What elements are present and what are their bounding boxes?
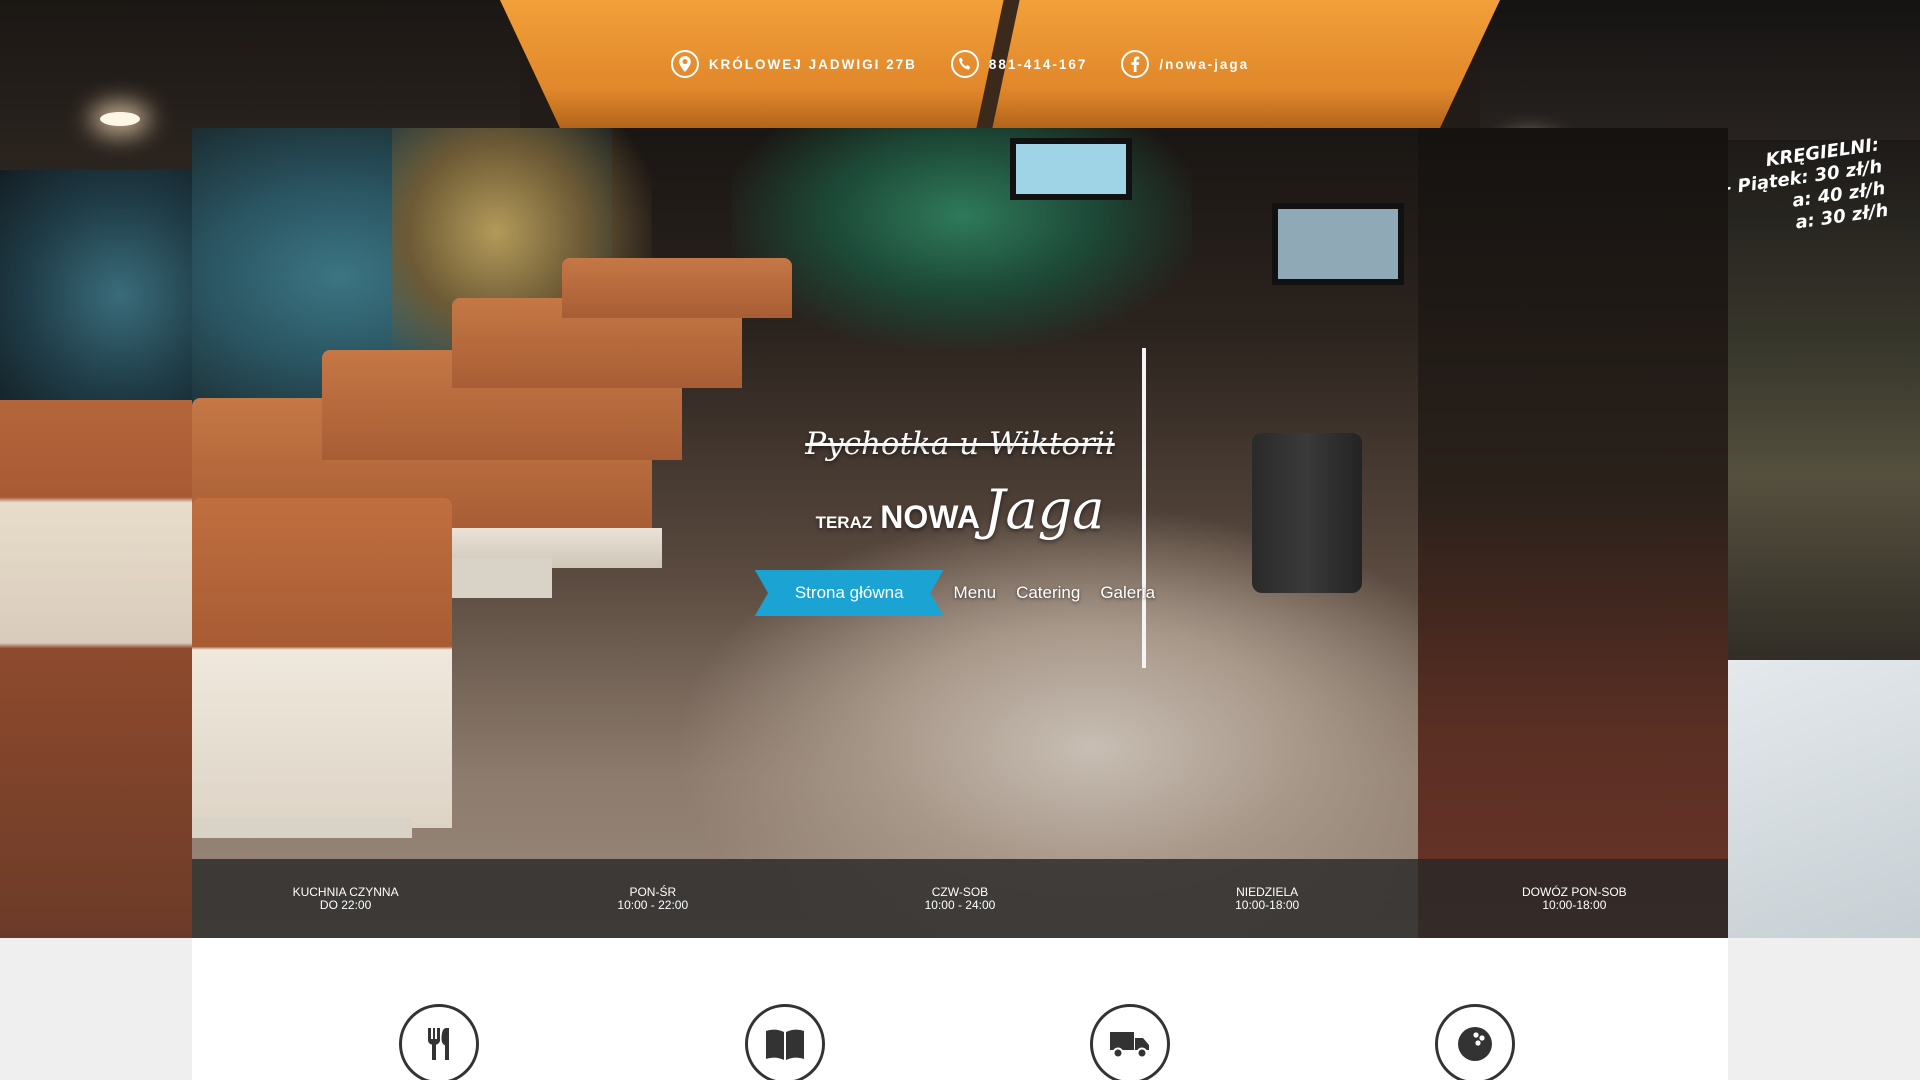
phone-icon — [950, 50, 979, 78]
fork-knife-icon[interactable] — [399, 1004, 479, 1080]
hours-title: KUCHNIA CZYNNA — [292, 884, 399, 899]
table — [192, 818, 412, 838]
hours-title: PON-ŚR — [629, 884, 677, 899]
hours-cell: NIEDZIELA 10:00-18:00 — [1157, 884, 1377, 912]
ceiling-lamp — [100, 112, 140, 126]
hours-value: 10:00-18:00 — [1542, 897, 1607, 912]
old-restaurant-name: Pychotka u Wiktorii — [805, 426, 1115, 462]
logo-nowa: NOWA — [880, 499, 980, 535]
nav-item-catering[interactable]: Catering — [1006, 570, 1090, 616]
main-nav: Strona główna Menu Catering Galeria — [0, 570, 1920, 616]
hours-value: DO 22:00 — [319, 897, 372, 912]
bowling-ball-icon[interactable] — [1435, 1004, 1515, 1080]
phone-text: 881-414-167 — [988, 56, 1088, 72]
restaurant-logo[interactable]: TERAZ NOWA Jaga — [0, 478, 1920, 541]
hours-cell: DOWÓZ PON-SOB 10:00-18:00 — [1464, 884, 1684, 912]
address-contact[interactable]: KRÓLOWEJ JADWIGI 27B — [670, 50, 917, 78]
address-text: KRÓLOWEJ JADWIGI 27B — [708, 56, 917, 72]
bench-front — [192, 498, 452, 828]
book-icon[interactable] — [745, 1004, 825, 1080]
bench-back — [562, 258, 792, 318]
hours-title: NIEDZIELA — [1236, 884, 1299, 899]
nav-item-home[interactable]: Strona główna — [754, 570, 944, 616]
hours-cell: KUCHNIA CZYNNA DO 22:00 — [236, 884, 456, 912]
hours-value: 10:00 - 24:00 — [924, 897, 996, 912]
facebook-icon — [1121, 50, 1150, 78]
logo-jaga: Jaga — [983, 478, 1105, 541]
facebook-contact[interactable]: /nowa-jaga — [1121, 50, 1249, 78]
nav-item-menu[interactable]: Menu — [944, 570, 1007, 616]
stone-wall-left — [0, 170, 200, 420]
features-section — [192, 938, 1728, 1080]
tv-screen — [1010, 138, 1132, 200]
floor-right — [1720, 660, 1920, 938]
truck-icon[interactable] — [1090, 1004, 1170, 1080]
hours-title: DOWÓZ PON-SOB — [1522, 884, 1627, 899]
hours-title: CZW-SOB — [931, 884, 989, 899]
nav-item-gallery[interactable]: Galeria — [1090, 570, 1165, 616]
tv-screen — [1272, 203, 1404, 285]
opening-hours-bar: KUCHNIA CZYNNA DO 22:00 PON-ŚR 10:00 - 2… — [192, 859, 1728, 938]
phone-contact[interactable]: 881-414-167 — [950, 50, 1088, 78]
hours-cell: CZW-SOB 10:00 - 24:00 — [850, 884, 1070, 912]
hours-value: 10:00 - 22:00 — [617, 897, 689, 912]
facebook-text: /nowa-jaga — [1159, 56, 1250, 72]
hours-cell: PON-ŚR 10:00 - 22:00 — [543, 884, 763, 912]
contact-bar: KRÓLOWEJ JADWIGI 27B 881-414-167 /nowa-j… — [0, 44, 1920, 84]
logo-prefix: TERAZ — [815, 513, 873, 532]
map-pin-icon — [670, 50, 699, 78]
hours-value: 10:00-18:00 — [1235, 897, 1300, 912]
